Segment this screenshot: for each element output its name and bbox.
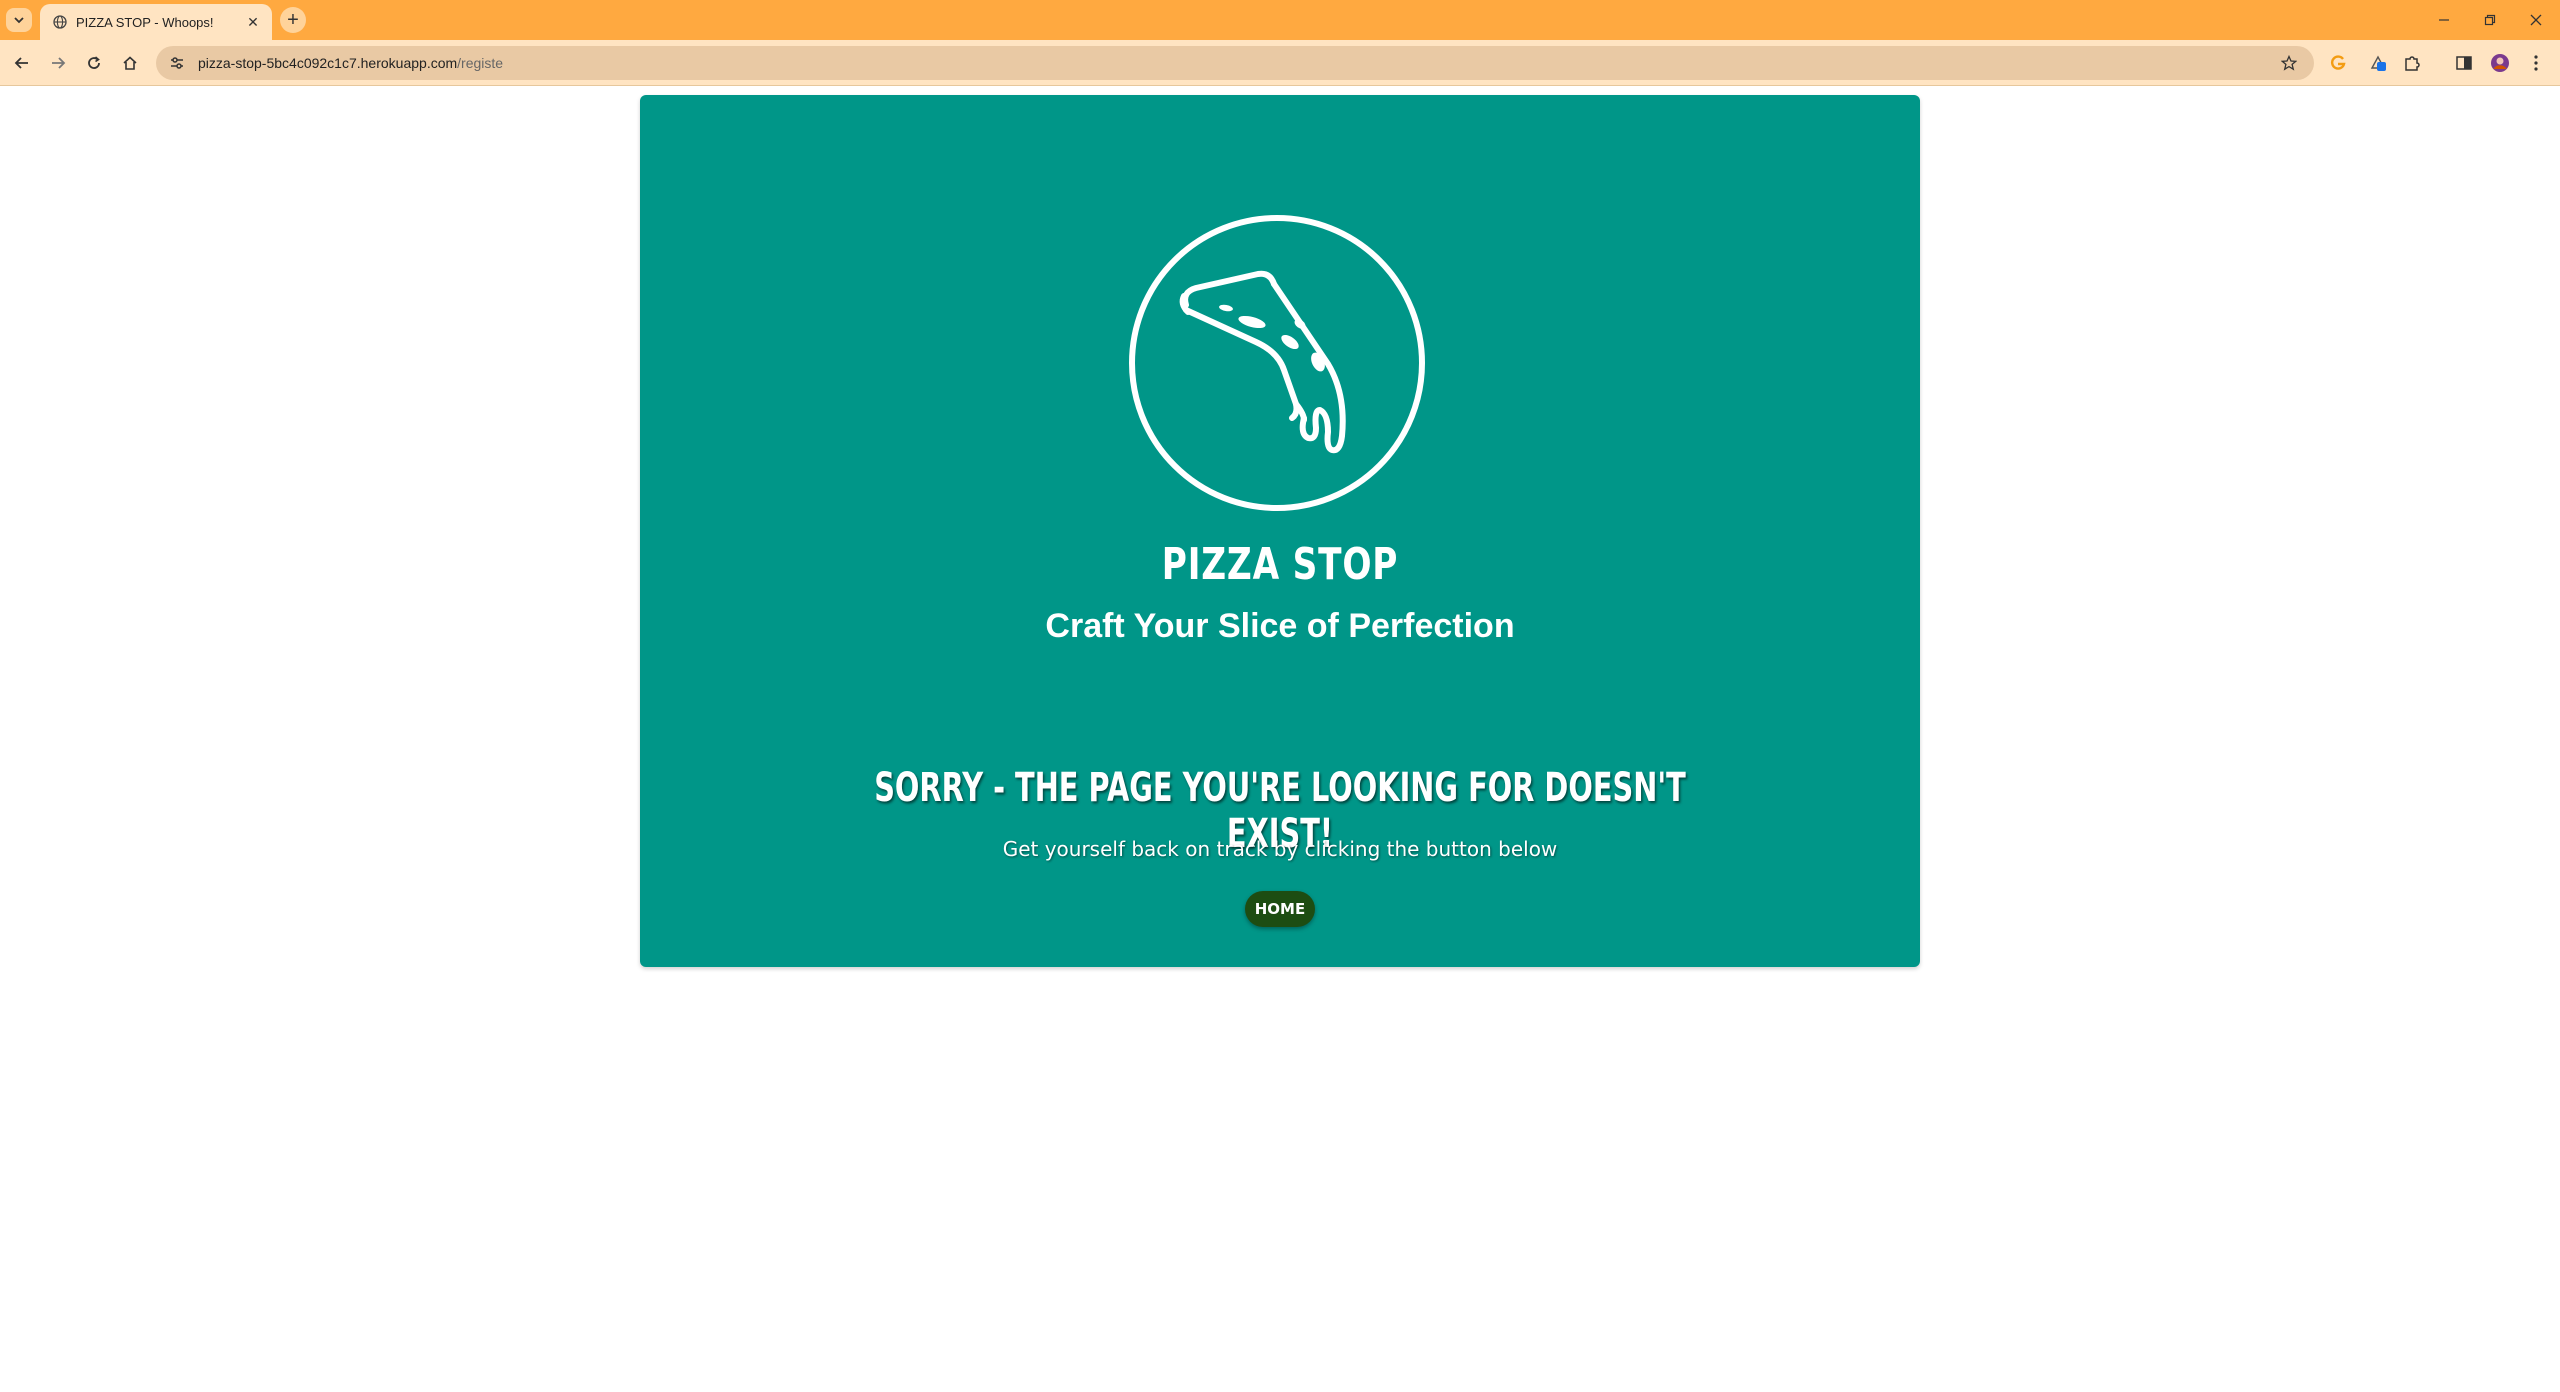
url-text[interactable]: pizza-stop-5bc4c092c1c7.herokuapp.com/re… (198, 55, 2278, 71)
puzzle-icon[interactable] (2400, 51, 2424, 75)
chevron-down-icon (14, 17, 24, 24)
profile-avatar[interactable] (2488, 51, 2512, 75)
home-button[interactable]: Home (1245, 891, 1315, 927)
side-panel-icon[interactable] (2452, 51, 2476, 75)
reload-icon[interactable] (80, 49, 108, 77)
tab-title: PIZZA STOP - Whoops! (76, 14, 214, 30)
home-icon[interactable] (116, 49, 144, 77)
brand-name: PIZZA STOP (1161, 539, 1399, 590)
browser-toolbar: pizza-stop-5bc4c092c1c7.herokuapp.com/re… (0, 40, 2560, 86)
back-icon[interactable] (8, 49, 36, 77)
new-tab-button[interactable]: + (280, 7, 306, 33)
globe-icon (52, 14, 68, 30)
browser-tab-active[interactable]: PIZZA STOP - Whoops! ✕ (40, 4, 272, 40)
url-path: /registe (457, 55, 504, 71)
pizza-slice-icon (1129, 215, 1425, 511)
kebab-menu-icon[interactable] (2524, 51, 2548, 75)
tab-search-button[interactable] (6, 8, 32, 32)
address-bar[interactable]: pizza-stop-5bc4c092c1c7.herokuapp.com/re… (156, 46, 2314, 80)
bookmark-star-icon[interactable] (2278, 52, 2300, 74)
tagline: Craft Your Slice of Perfection (1045, 607, 1515, 645)
site-info-icon[interactable] (166, 52, 188, 74)
url-host: pizza-stop-5bc4c092c1c7.herokuapp.com (198, 55, 458, 71)
browser-tab-bar: PIZZA STOP - Whoops! ✕ + (0, 0, 2560, 40)
page-viewport: PIZZA STOP Craft Your Slice of Perfectio… (0, 87, 2560, 1392)
error-card: PIZZA STOP Craft Your Slice of Perfectio… (640, 95, 1920, 967)
restore-icon[interactable] (2470, 6, 2510, 34)
extension-orange-icon[interactable] (2326, 51, 2350, 75)
forward-icon[interactable] (44, 49, 72, 77)
close-icon[interactable]: ✕ (244, 13, 262, 31)
extension-blue-icon[interactable] (2366, 51, 2390, 75)
minimize-icon[interactable] (2424, 6, 2464, 34)
error-message: Get yourself back on track by clicking t… (1002, 837, 1558, 861)
close-window-icon[interactable] (2516, 6, 2556, 34)
